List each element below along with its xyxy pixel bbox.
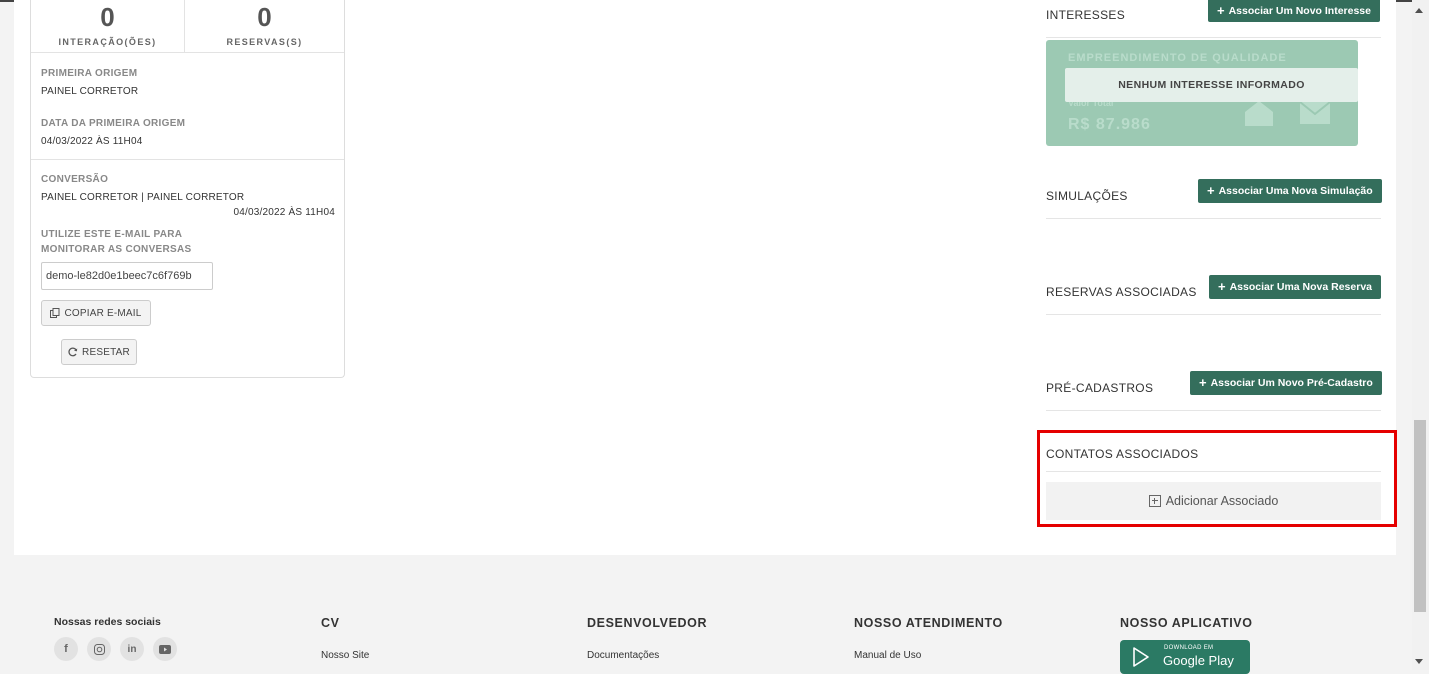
- monitor-email-field[interactable]: [41, 262, 213, 290]
- interactions-stat: 0 INTERAÇÃO(ÕES): [31, 0, 185, 52]
- interests-title: INTERESSES: [1046, 8, 1126, 22]
- refresh-icon: [68, 347, 78, 357]
- play-store-icon: [1133, 647, 1149, 667]
- interactions-count: 0: [100, 2, 115, 32]
- no-interest-message: NENHUM INTERESSE INFORMADO: [1065, 68, 1358, 102]
- youtube-glyph: [159, 644, 171, 654]
- footer-support-title: NOSSO ATENDIMENTO: [854, 616, 1003, 630]
- lead-summary-panel: 0 INTERAÇÃO(ÕES) 0 RESERVAS(S) PRIMEIRA …: [30, 0, 345, 378]
- contacts-divider: [1046, 471, 1381, 472]
- reservations-count: 0: [257, 2, 272, 32]
- reservations-divider: [1046, 314, 1381, 315]
- reservations-title: RESERVAS ASSOCIADAS: [1046, 285, 1197, 299]
- add-simulation-button[interactable]: + Associar Uma Nova Simulação: [1198, 179, 1382, 203]
- first-origin-label: PRIMEIRA ORIGEM: [41, 68, 138, 79]
- origin-section: PRIMEIRA ORIGEM PAINEL CORRETOR DATA DA …: [31, 53, 344, 160]
- badge-big-text: Google Play: [1163, 653, 1234, 668]
- reservations-label: RESERVAS(S): [226, 37, 303, 47]
- simulations-title: SIMULAÇÕES: [1046, 189, 1128, 203]
- add-simulation-label: Associar Uma Nova Simulação: [1218, 185, 1373, 197]
- badge-small-text: DOWNLOAD EM: [1164, 645, 1214, 651]
- email-hint-line2: MONITORAR AS CONVERSAS: [41, 244, 192, 255]
- instagram-icon[interactable]: [87, 637, 111, 661]
- pre-registrations-title: PRÉ-CADASTROS: [1046, 381, 1154, 395]
- pre-registrations-divider: [1046, 410, 1381, 411]
- instagram-glyph: [93, 643, 105, 655]
- mail-icon: [1299, 101, 1331, 124]
- email-hint-line1: UTILIZE ESTE E-MAIL PARA: [41, 229, 183, 240]
- contacts-title: CONTATOS ASSOCIADOS: [1046, 447, 1199, 461]
- plus-icon: +: [1207, 183, 1215, 198]
- footer-cv-title: CV: [321, 616, 340, 630]
- linkedin-icon[interactable]: in: [120, 637, 144, 661]
- scrollbar-thumb[interactable]: [1414, 420, 1426, 612]
- plus-icon: +: [1217, 3, 1225, 18]
- social-title: Nossas redes sociais: [54, 616, 161, 628]
- reset-label: RESETAR: [82, 346, 130, 358]
- reset-button[interactable]: RESETAR: [61, 339, 137, 365]
- first-origin-date-value: 04/03/2022 ÀS 11H04: [41, 136, 143, 147]
- footer-link-manual[interactable]: Manual de Uso: [854, 650, 921, 661]
- conversion-value: PAINEL CORRETOR | PAINEL CORRETOR: [41, 192, 245, 203]
- scroll-up-arrow-icon[interactable]: [1415, 8, 1423, 13]
- add-pre-registration-button[interactable]: + Associar Um Novo Pré-Cadastro: [1190, 371, 1382, 395]
- add-interest-label: Associar Um Novo Interesse: [1228, 5, 1371, 17]
- plus-icon: +: [1199, 375, 1207, 390]
- ghost-title: EMPREENDIMENTO DE QUALIDADE: [1068, 52, 1287, 64]
- reservations-stat: 0 RESERVAS(S): [185, 0, 344, 52]
- google-play-badge[interactable]: DOWNLOAD EM Google Play: [1120, 640, 1250, 674]
- footer-app-title: NOSSO APLICATIVO: [1120, 616, 1253, 630]
- ghost-value: R$ 87.986: [1068, 116, 1151, 133]
- copy-email-label: COPIAR E-MAIL: [64, 307, 142, 319]
- plus-square-icon: [1148, 495, 1161, 507]
- footer-link-site[interactable]: Nosso Site: [321, 650, 369, 661]
- add-interest-button[interactable]: + Associar Um Novo Interesse: [1208, 0, 1380, 22]
- home-icon: [1245, 101, 1273, 126]
- simulations-divider: [1046, 218, 1381, 219]
- conversion-label: CONVERSÃO: [41, 174, 109, 185]
- first-origin-date-label: DATA DA PRIMEIRA ORIGEM: [41, 118, 186, 129]
- scroll-down-arrow-icon[interactable]: [1415, 659, 1423, 664]
- add-reservation-button[interactable]: + Associar Uma Nova Reserva: [1209, 275, 1382, 299]
- copy-icon: [50, 308, 60, 318]
- conversion-date: 04/03/2022 ÀS 11H04: [233, 207, 335, 218]
- add-associate-label: Adicionar Associado: [1165, 494, 1279, 508]
- stats-row: 0 INTERAÇÃO(ÕES) 0 RESERVAS(S): [31, 0, 344, 53]
- youtube-icon[interactable]: [153, 637, 177, 661]
- footer-link-docs[interactable]: Documentações: [587, 650, 659, 661]
- footer-dev-title: DESENVOLVEDOR: [587, 616, 708, 630]
- first-origin-value: PAINEL CORRETOR: [41, 86, 139, 97]
- add-pre-registration-label: Associar Um Novo Pré-Cadastro: [1210, 377, 1373, 389]
- plus-icon: +: [1218, 279, 1226, 294]
- facebook-icon[interactable]: f: [54, 637, 78, 661]
- add-associate-button[interactable]: Adicionar Associado: [1046, 482, 1381, 520]
- interests-divider: [1046, 37, 1381, 38]
- copy-email-button[interactable]: COPIAR E-MAIL: [41, 300, 151, 326]
- add-reservation-label: Associar Uma Nova Reserva: [1229, 281, 1373, 293]
- interactions-label: INTERAÇÃO(ÕES): [58, 37, 157, 47]
